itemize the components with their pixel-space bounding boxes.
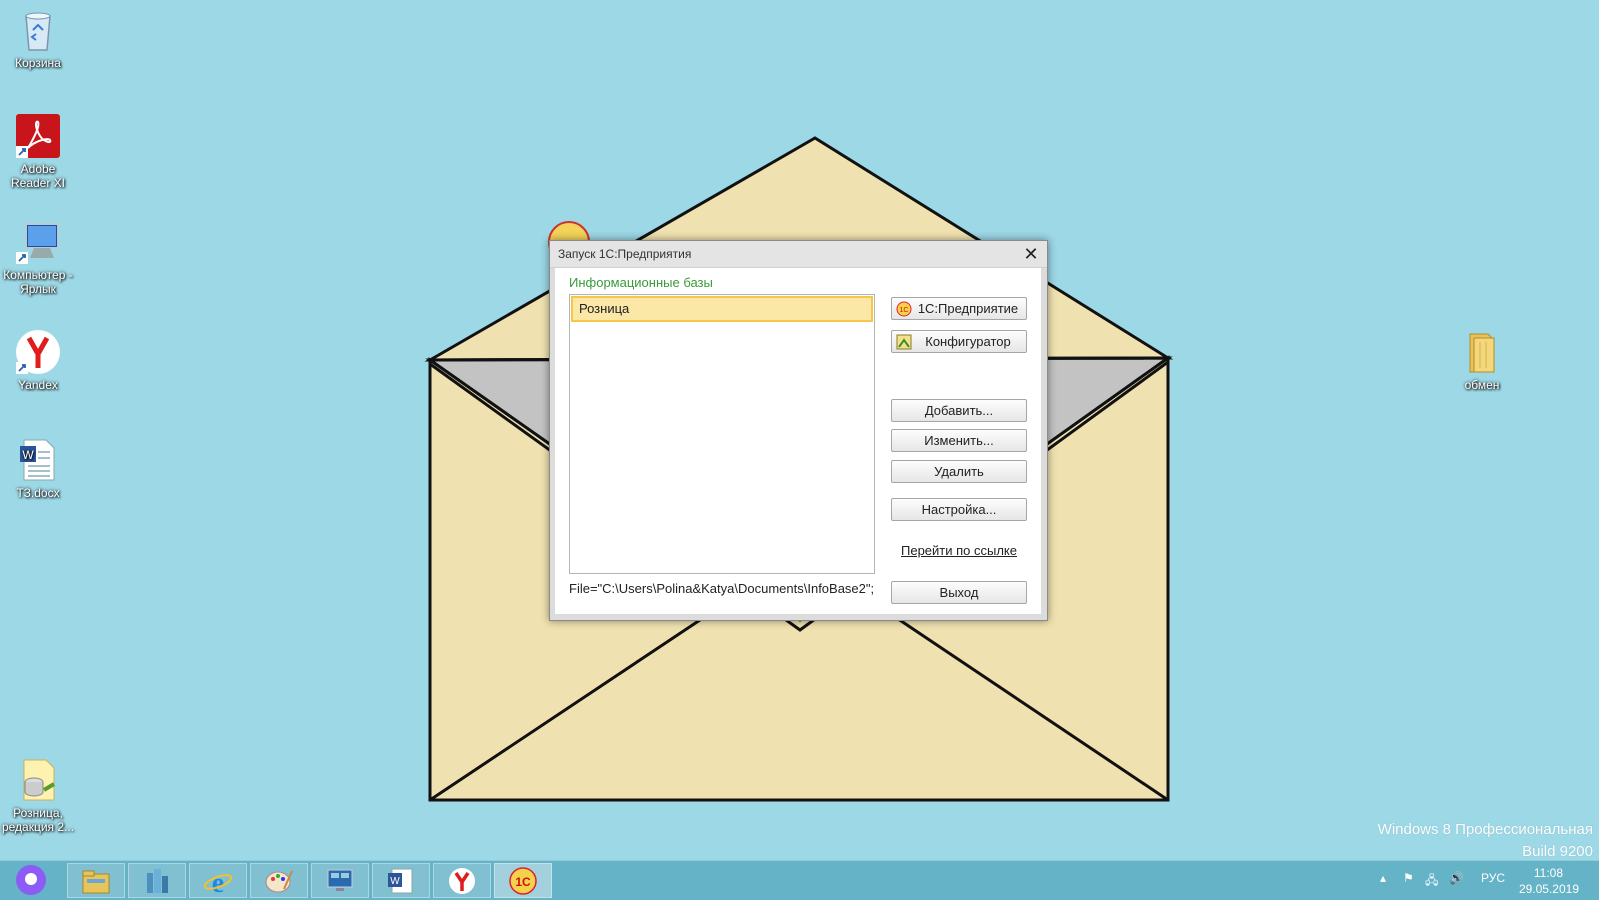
taskbar-paint[interactable] xyxy=(250,863,308,898)
clock-date[interactable]: 29.05.2019 xyxy=(1519,882,1579,896)
edit-button[interactable]: Изменить... xyxy=(891,429,1027,452)
infobases-list[interactable]: Розница xyxy=(569,294,875,574)
computer-shortcut-icon xyxy=(14,218,62,266)
1c-icon: 1С xyxy=(509,867,537,895)
taskbar: e W 1С ▴ ⚑ 🖧 🔊 РУС 11:08 29.05.2019 xyxy=(0,860,1599,900)
taskbar-word[interactable]: W xyxy=(372,863,430,898)
desktop-icon-label: Adobe Reader XI xyxy=(10,162,66,190)
delete-button[interactable]: Удалить xyxy=(891,460,1027,483)
desktop-icon-folder[interactable]: обмен xyxy=(1444,328,1520,392)
follow-link[interactable]: Перейти по ссылке xyxy=(891,543,1027,558)
network-icon[interactable]: 🖧 xyxy=(1425,871,1438,892)
svg-text:1С: 1С xyxy=(515,875,531,889)
settings-button[interactable]: Настройка... xyxy=(891,498,1027,521)
paint-icon xyxy=(265,870,293,893)
infobase-path: File="C:\Users\Polina&Katya\Documents\In… xyxy=(569,581,875,596)
desktop-icon-yandex[interactable]: Yandex xyxy=(0,328,76,392)
taskbar-yandex-browser[interactable] xyxy=(433,863,491,898)
internet-explorer-icon: e xyxy=(203,868,233,895)
infobase-item-retail[interactable]: Розница xyxy=(571,296,873,322)
desktop-icon-word-document[interactable]: W ТЗ.docx xyxy=(0,436,76,500)
enterprise-button-label: 1С:Предприятие xyxy=(917,301,1019,316)
configurator-icon xyxy=(896,334,912,350)
volume-icon[interactable]: 🔊 xyxy=(1449,871,1464,885)
city-icon xyxy=(147,869,168,893)
adobe-reader-icon xyxy=(14,112,62,160)
word-icon: W xyxy=(388,868,413,894)
taskbar-file-explorer[interactable] xyxy=(67,863,125,898)
1c-icon: 1С xyxy=(896,301,912,317)
word-document-icon: W xyxy=(14,436,62,484)
desktop-icon-recycle-bin[interactable]: Корзина xyxy=(0,6,76,70)
enterprise-button[interactable]: 1С 1С:Предприятие xyxy=(891,297,1027,320)
alice-icon[interactable] xyxy=(16,865,46,895)
recycle-bin-icon xyxy=(14,6,62,54)
clock-time[interactable]: 11:08 xyxy=(1534,866,1563,880)
file-explorer-icon xyxy=(82,870,110,894)
desktop-icon-label: Yandex xyxy=(18,378,58,392)
svg-text:W: W xyxy=(22,448,34,462)
desktop-icon-label: Корзина xyxy=(15,56,61,70)
svg-text:e: e xyxy=(212,868,224,895)
desktop-icon-1c-retail[interactable]: Розница, редакция 2... xyxy=(0,756,76,834)
taskbar-internet-explorer[interactable]: e xyxy=(189,863,247,898)
action-center-flag-icon[interactable]: ⚑ xyxy=(1403,871,1414,885)
yandex-browser-icon xyxy=(449,868,475,894)
desktop-icon-label: ТЗ.docx xyxy=(16,486,60,500)
desktop-icon-adobe-reader[interactable]: Adobe Reader XI xyxy=(0,112,76,190)
taskbar-city-app[interactable] xyxy=(128,863,186,898)
desktop-icon-label: Розница, редакция 2... xyxy=(1,806,75,834)
desktop-icon-label: обмен xyxy=(1464,378,1500,392)
language-indicator[interactable]: РУС xyxy=(1481,871,1505,885)
show-hidden-icons-chevron-icon[interactable]: ▴ xyxy=(1380,871,1386,885)
dialog-titlebar[interactable]: Запуск 1С:Предприятия ✕ xyxy=(550,241,1047,268)
remote-desktop-icon xyxy=(327,869,353,891)
desktop-icon-computer-shortcut[interactable]: Компьютер - Ярлык xyxy=(0,218,76,296)
windows-build-watermark: Build 9200 xyxy=(1522,843,1593,860)
exit-button[interactable]: Выход xyxy=(891,581,1027,604)
svg-text:1С: 1С xyxy=(900,307,909,314)
taskbar-remote-desktop[interactable] xyxy=(311,863,369,898)
dialog-title: Запуск 1С:Предприятия xyxy=(558,247,692,261)
1c-database-icon xyxy=(14,756,62,804)
launcher-dialog: Запуск 1С:Предприятия ✕ Информационные б… xyxy=(549,240,1048,621)
desktop-icon-label: Компьютер - Ярлык xyxy=(3,268,73,296)
infobases-heading: Информационные базы xyxy=(569,275,713,290)
configurator-button[interactable]: Конфигуратор xyxy=(891,330,1027,353)
dialog-body: Информационные базы Розница File="C:\Use… xyxy=(555,268,1041,614)
folder-icon xyxy=(1458,328,1506,376)
configurator-button-label: Конфигуратор xyxy=(925,334,1011,349)
add-button[interactable]: Добавить... xyxy=(891,399,1027,422)
windows-edition-watermark: Windows 8 Профессиональная xyxy=(1377,821,1593,838)
close-button[interactable]: ✕ xyxy=(1021,244,1041,264)
svg-text:W: W xyxy=(390,876,400,887)
taskbar-1c[interactable]: 1С xyxy=(494,863,552,898)
yandex-icon xyxy=(14,328,62,376)
